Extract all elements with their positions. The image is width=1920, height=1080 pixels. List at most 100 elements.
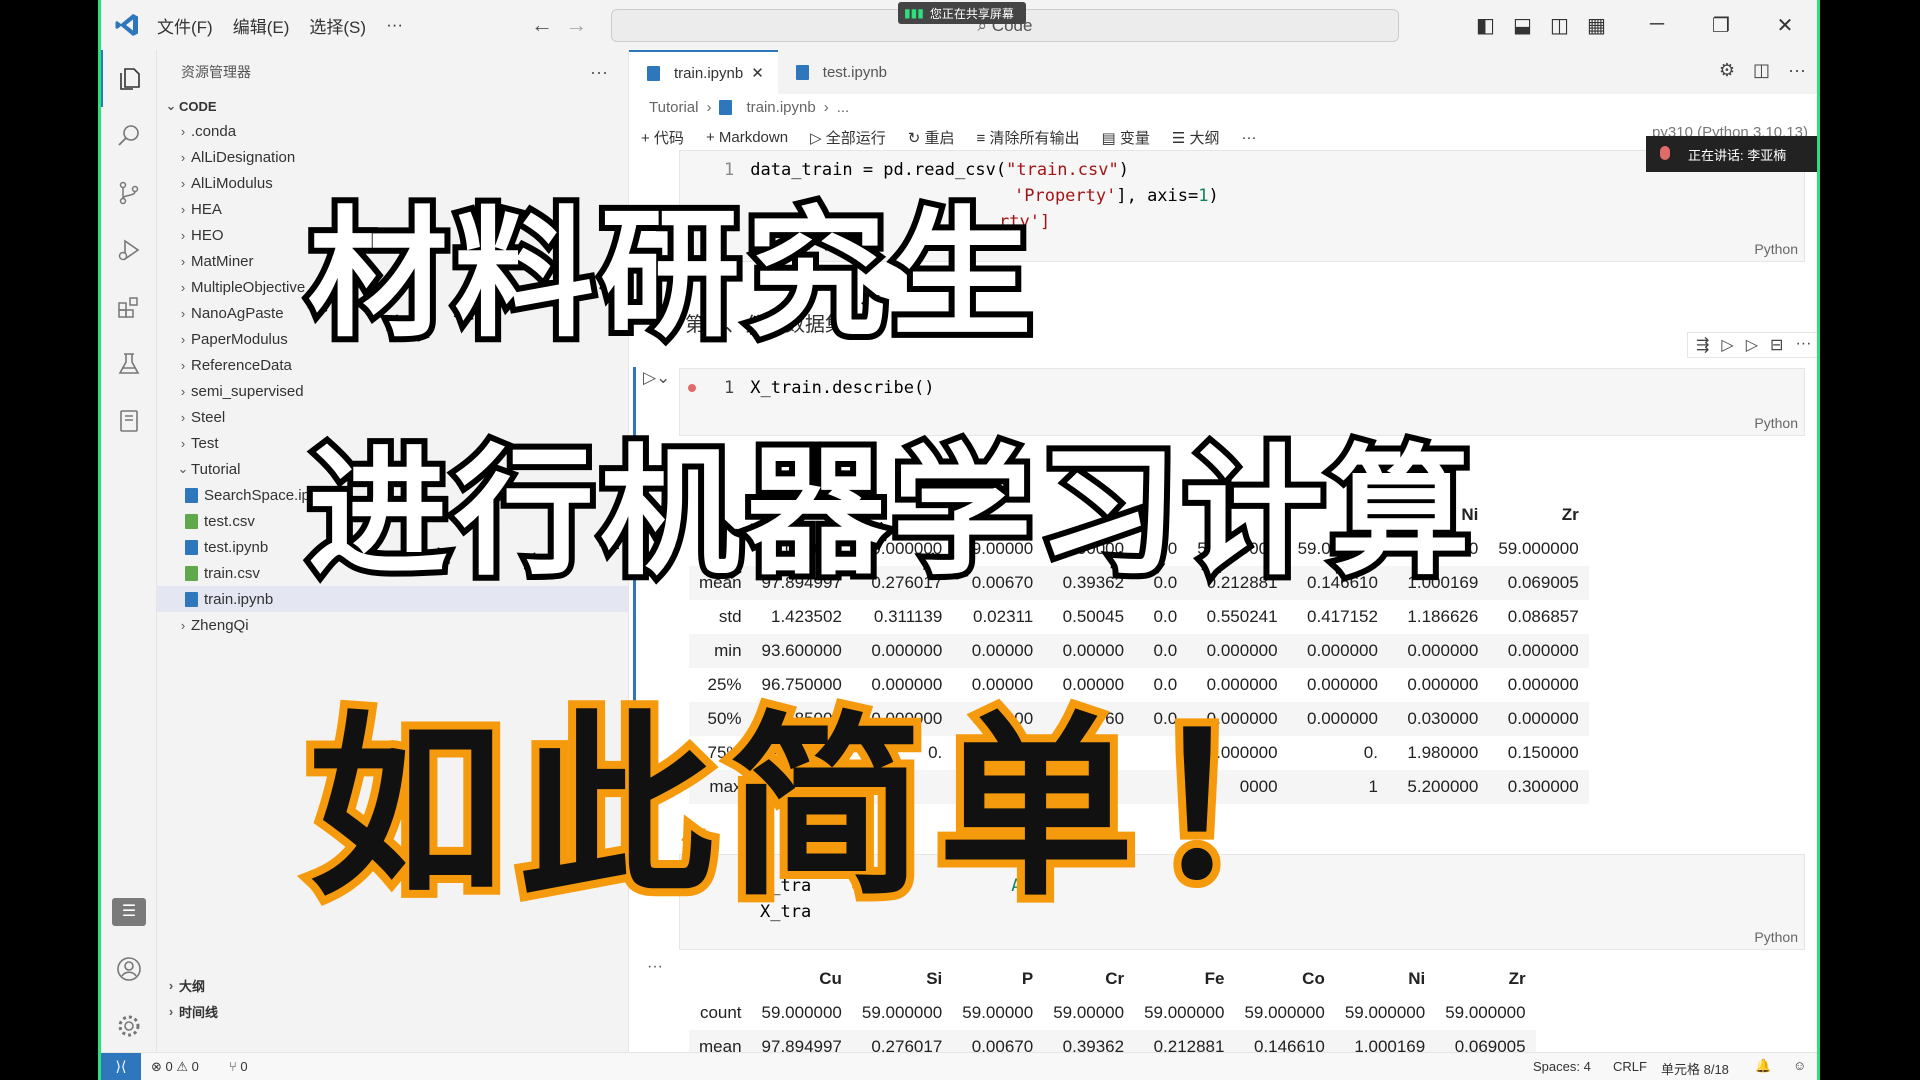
settings-gear-icon[interactable]	[101, 997, 157, 1054]
outline-list-icon[interactable]: ☰	[101, 883, 157, 940]
restart-button[interactable]: ↻ 重启	[908, 127, 955, 148]
workspace-section[interactable]: ⌄ CODE	[157, 94, 628, 118]
vscode-logo-icon[interactable]	[107, 0, 147, 50]
menu-more[interactable]: ···	[376, 15, 413, 35]
search-icon[interactable]	[101, 107, 157, 164]
restore-icon[interactable]: ❐	[1689, 13, 1753, 38]
cell-position[interactable]: 单元格 8/18	[1661, 1059, 1729, 1078]
folder-label: HEO	[191, 226, 224, 244]
notebook-file-icon	[185, 539, 198, 555]
table-cell: 0.000000	[1488, 634, 1589, 668]
clear-outputs-label: 清除所有输出	[989, 129, 1080, 147]
remote-indicator-icon[interactable]: ⟩⟨	[101, 1053, 141, 1080]
remote-explorer-icon[interactable]	[101, 392, 157, 449]
execute-above-icon[interactable]: ▷	[1721, 335, 1733, 355]
table-cell: 5.200000	[1387, 770, 1489, 804]
run-by-line-icon[interactable]: ⇶	[1696, 335, 1709, 355]
eol-setting[interactable]: CRLF	[1613, 1059, 1647, 1074]
add-markdown-cell-button[interactable]: + Markdown	[706, 129, 788, 146]
breakpoint-dot-icon[interactable]	[688, 384, 696, 392]
ports-count[interactable]: ⑂ 0	[229, 1059, 248, 1074]
outline-label: 大纲	[1189, 129, 1220, 147]
tab-label: test.ipynb	[822, 63, 888, 81]
outline-button[interactable]: ☰ 大纲	[1172, 127, 1220, 148]
indentation-setting[interactable]: Spaces: 4	[1533, 1059, 1591, 1074]
breadcrumb-folder[interactable]: Tutorial	[649, 99, 698, 116]
more-actions-icon[interactable]: ···	[590, 62, 608, 83]
output-more-icon[interactable]: ···	[647, 958, 663, 976]
chevron-right-icon: ›	[180, 279, 186, 295]
explorer-icon[interactable]	[101, 50, 157, 107]
chevron-down-icon: ⌄	[165, 98, 177, 113]
table-cell: 0.000000	[1507, 675, 1579, 694]
menu-file[interactable]: 文件(F)	[147, 13, 223, 38]
feedback-icon[interactable]: ☺	[1793, 1058, 1806, 1073]
split-editor-icon[interactable]: ◫	[1753, 60, 1770, 81]
close-tab-icon[interactable]: ✕	[751, 64, 764, 82]
speaking-text: 正在讲话: 李亚楠	[1688, 147, 1787, 163]
run-cell-icon[interactable]: ▷⌄	[643, 368, 670, 388]
more-icon[interactable]: ···	[1795, 335, 1811, 355]
table-cell: 0.030000	[1387, 702, 1489, 736]
tab-train-ipynb[interactable]: train.ipynb ✕	[629, 50, 778, 94]
file-label: train.ipynb	[204, 590, 274, 608]
outline-section[interactable]: › 大纲	[157, 972, 628, 998]
forward-arrow-icon[interactable]: →	[565, 12, 587, 37]
cell-language[interactable]: Python	[1754, 929, 1798, 945]
folder-label: PaperModulus	[191, 330, 288, 348]
breadcrumb-file[interactable]: train.ipynb	[746, 99, 815, 116]
table-cell: 59.000000	[1498, 539, 1579, 558]
table-cell: 59.000000	[761, 1003, 842, 1022]
outline-label: 大纲	[179, 978, 206, 994]
cell-language[interactable]: Python	[1754, 415, 1798, 431]
overlay-title-line-1: 材料研究生	[302, 188, 1039, 363]
code-line-2-number: 1	[1198, 186, 1209, 206]
minimize-icon[interactable]: ─	[1625, 13, 1689, 38]
folder-label: AlLiModulus	[191, 174, 273, 192]
extensions-icon[interactable]	[101, 278, 157, 335]
toggle-secondary-sidebar-icon[interactable]: ◫	[1541, 13, 1578, 38]
breadcrumb-more[interactable]: ...	[837, 99, 850, 116]
toggle-primary-sidebar-icon[interactable]: ◧	[1467, 13, 1504, 38]
toolbar-more-button[interactable]: ···	[1241, 129, 1256, 146]
run-all-button[interactable]: ▷ 全部运行	[810, 127, 886, 148]
variables-button[interactable]: ▤ 变量	[1101, 127, 1149, 148]
testing-flask-icon[interactable]	[101, 335, 157, 392]
account-icon[interactable]	[101, 940, 157, 997]
chevron-right-icon: ›	[180, 123, 186, 139]
tree-folder-zhengqi[interactable]: › ZhengQi	[157, 612, 628, 638]
more-actions-icon[interactable]: ···	[1788, 60, 1806, 81]
menu-edit[interactable]: 编辑(E)	[223, 13, 300, 38]
workspace-name: CODE	[179, 98, 217, 114]
source-control-icon[interactable]	[101, 164, 157, 221]
execute-below-icon[interactable]: ▷	[1746, 335, 1758, 355]
customize-layout-icon[interactable]: ▦	[1578, 13, 1615, 38]
nav-arrows: ← →	[531, 12, 587, 38]
chevron-right-icon: ›	[706, 98, 712, 116]
table-cell: 0.00670	[952, 1030, 1044, 1052]
close-window-icon[interactable]: ✕	[1753, 13, 1817, 38]
chevron-right-icon: ›	[180, 253, 186, 269]
title-bar: 文件(F) 编辑(E) 选择(S) ··· ← → ⌕ Code ▮▮▮ 您正在…	[101, 0, 1817, 50]
split-cell-icon[interactable]: ⊟	[1770, 335, 1783, 355]
folder-label: .conda	[191, 122, 237, 140]
breadcrumb: Tutorial › train.ipynb › ...	[629, 94, 1817, 120]
timeline-section[interactable]: › 时间线	[157, 998, 628, 1024]
back-arrow-icon[interactable]: ←	[531, 12, 553, 37]
problems-count[interactable]: ⊗ 0 ⚠ 0	[151, 1059, 199, 1075]
row-label: mean	[689, 1030, 752, 1052]
tree-folder[interactable]: › .conda	[157, 118, 628, 144]
folder-label: HEA	[191, 200, 222, 218]
toggle-panel-icon[interactable]: ⬓	[1504, 13, 1541, 38]
tab-test-ipynb[interactable]: test.ipynb	[778, 50, 901, 94]
column-header: Fe	[1204, 969, 1225, 988]
cell-language[interactable]: Python	[1754, 241, 1798, 257]
add-code-cell-button[interactable]: + 代码	[641, 127, 684, 148]
gear-icon[interactable]: ⚙	[1719, 60, 1735, 81]
menu-selection[interactable]: 选择(S)	[299, 13, 376, 38]
clear-outputs-button[interactable]: ≡ 清除所有输出	[977, 127, 1080, 148]
run-debug-icon[interactable]	[101, 221, 157, 278]
table-row: mean 97.894997 0.276017 0.00670 0.39362 0.212…	[689, 1030, 1536, 1052]
notifications-bell-icon[interactable]: 🔔	[1755, 1058, 1771, 1074]
notebook-toolbar: + 代码 + Markdown ▷ 全部运行 ↻ 重启 ≡ 清除所有输出 ▤ 变…	[629, 120, 1817, 154]
